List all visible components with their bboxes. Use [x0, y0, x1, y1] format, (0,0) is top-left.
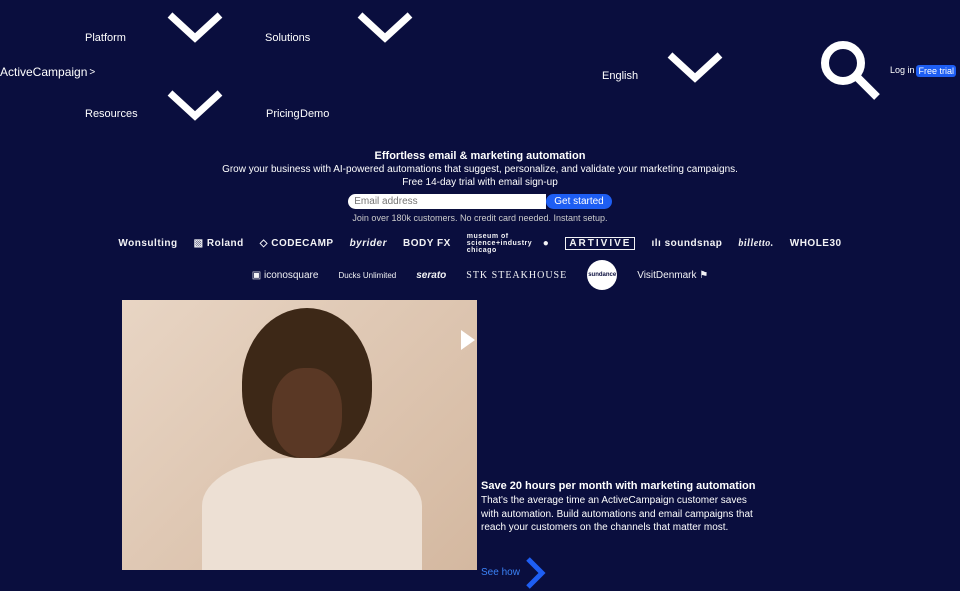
customer-logo: museum of science+industry chicago — [467, 233, 527, 254]
search-icon[interactable] — [815, 35, 885, 105]
customer-logo: STK STEAKHOUSE — [466, 270, 567, 281]
customer-logo: serato — [416, 270, 446, 281]
logo-arrow-icon: > — [89, 67, 95, 78]
hero-title: Effortless email & marketing automation — [20, 150, 940, 162]
customer-logos-row-2: ▣ iconosquare Ducks Unlimited serato STK… — [0, 256, 960, 300]
get-started-button[interactable]: Get started — [546, 194, 611, 209]
logo[interactable]: ActiveCampaign > — [0, 65, 95, 79]
feature-video-thumbnail[interactable] — [122, 300, 477, 570]
customer-logo: ılı soundsnap — [651, 238, 722, 249]
customer-logo: ▣ iconosquare — [252, 270, 319, 281]
customer-logo: ARTIVIVE — [565, 237, 635, 250]
nav-solutions[interactable]: Solutions — [265, 32, 310, 44]
email-input[interactable] — [348, 194, 546, 209]
nav-platform[interactable]: Platform — [85, 32, 126, 44]
customer-logo: billetto. — [738, 238, 773, 249]
customer-logos-row-1: Wonsulting ▧ Roland ◇ CODECAMP byrider B… — [0, 223, 960, 256]
nav-demo[interactable]: Demo — [300, 108, 329, 120]
customer-logo: ▧ Roland — [194, 238, 244, 249]
hero-trial-note: Free 14-day trial with email sign-up — [20, 177, 940, 188]
customer-logo: ◇ CODECAMP — [260, 238, 334, 249]
customer-logo: VisitDenmark ⚑ — [637, 270, 708, 281]
brand-name: ActiveCampaign — [0, 65, 87, 79]
see-how-link[interactable]: See how — [481, 555, 757, 591]
customer-logo: BODY FX — [403, 238, 451, 249]
hero-subtitle: Grow your business with AI-powered autom… — [20, 164, 940, 175]
nav-resources[interactable]: Resources — [85, 108, 138, 120]
chevron-down-icon — [665, 50, 725, 90]
customer-logo: WHOLE30 — [790, 238, 842, 249]
customer-logo: sundance — [587, 260, 617, 290]
signup-note: Join over 180k customers. No credit card… — [20, 213, 940, 223]
feature-title: Save 20 hours per month with marketing a… — [481, 480, 757, 492]
login-link[interactable]: Log in — [890, 65, 915, 77]
nav-pricing[interactable]: Pricing — [266, 108, 300, 120]
chevron-down-icon — [355, 10, 415, 50]
customer-logo: Ducks Unlimited — [338, 271, 396, 280]
person-illustration — [202, 308, 442, 568]
customer-logo: ● — [543, 238, 550, 249]
play-icon — [461, 330, 475, 350]
chevron-down-icon — [165, 10, 225, 50]
free-trial-button[interactable]: Free trial — [916, 65, 956, 77]
feature-description: That's the average time an ActiveCampaig… — [481, 494, 757, 535]
chevron-right-icon — [524, 555, 548, 591]
customer-logo: byrider — [350, 238, 387, 249]
language-selector[interactable]: English — [602, 70, 638, 82]
customer-logo: Wonsulting — [118, 238, 177, 249]
chevron-down-icon — [165, 88, 225, 128]
